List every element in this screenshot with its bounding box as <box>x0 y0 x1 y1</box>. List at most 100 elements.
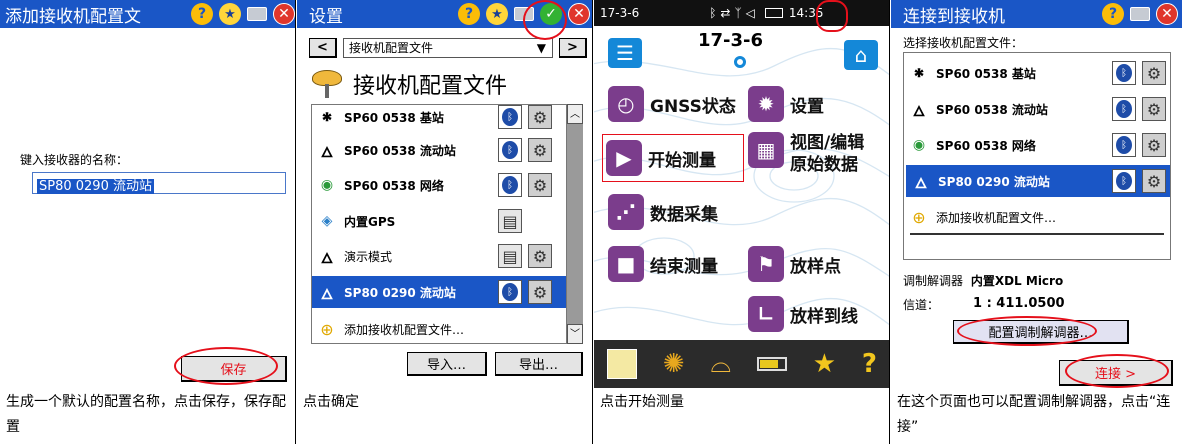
close-icon[interactable]: ✕ <box>273 3 295 25</box>
bluetooth-icon[interactable]: ᛒ <box>498 138 522 162</box>
bottom-toolbar: ✺ ⌓ ★ ? <box>594 340 889 388</box>
gear-icon[interactable]: ⚙ <box>1142 97 1166 121</box>
receiver-name-input[interactable]: SP80 0290 流动站 <box>32 172 286 194</box>
tile-end-survey[interactable]: ■ 结束测量 <box>608 246 718 282</box>
gear-icon[interactable]: ⚙ <box>528 105 552 129</box>
item-label: SP60 0538 网络 <box>936 138 1036 153</box>
item-label: SP80 0290 流动站 <box>938 174 1050 189</box>
gear-icon[interactable]: ⚙ <box>528 138 552 162</box>
gear-icon[interactable]: ⚙ <box>528 244 552 268</box>
highlight-ring <box>1065 354 1169 388</box>
chevron-down-icon: ▼ <box>536 41 546 55</box>
add-profile-item[interactable]: ⊕ 添加接收机配置文件… <box>312 315 566 343</box>
network-icon: ◉ <box>912 137 926 153</box>
help-icon[interactable]: ? <box>862 349 877 379</box>
data-collection-icon: ⋰ <box>608 194 644 230</box>
tile-label: 视图/编辑 原始数据 <box>790 133 865 175</box>
item-label: SP60 0538 网络 <box>344 178 444 193</box>
satellite-icon[interactable]: ✺ <box>663 349 685 379</box>
star-icon[interactable]: ★ <box>486 3 508 25</box>
item-label: SP80 0290 流动站 <box>344 285 456 300</box>
select-profile-label: 选择接收机配置文件： <box>903 36 1024 50</box>
gear-icon[interactable]: ⚙ <box>528 173 552 197</box>
page-indicator <box>734 56 746 68</box>
panel-connect: 连接到接收机 ? ✕ 选择接收机配置文件： 🞷 SP60 0538 基站 ᛒ ⚙ … <box>891 0 1182 444</box>
close-icon[interactable]: ✕ <box>568 3 590 25</box>
item-label: SP60 0538 流动站 <box>344 143 456 158</box>
base-icon: 🞷 <box>322 109 332 126</box>
next-button[interactable]: > <box>559 38 587 58</box>
highlight-box <box>602 134 744 182</box>
profile-list: 🞷 SP60 0538 基站 ᛒ ⚙ 🜂 SP60 0538 流动站 ᛒ ⚙ ◉ SP… <box>311 104 567 344</box>
screen-connect: 连接到接收机 ? ✕ 选择接收机配置文件： 🞷 SP60 0538 基站 ᛒ ⚙ … <box>891 0 1182 388</box>
tile-gnss-status[interactable]: ◴ GNSS状态 <box>608 86 736 122</box>
panel-settings: 设置 ? ★ ✓ ✕ < 接收机配置文件 ▼ > 接收机配置文件 🞷 SP60 0… <box>297 0 593 444</box>
export-button[interactable]: 导出… <box>495 352 583 376</box>
tile-view-edit[interactable]: ▦ 视图/编辑 原始数据 <box>748 132 864 176</box>
end-survey-icon: ■ <box>608 246 644 282</box>
keyboard-icon[interactable] <box>1130 7 1150 21</box>
contour-background <box>594 47 889 326</box>
keyboard-icon[interactable]: ▤ <box>498 244 522 268</box>
scroll-down-icon[interactable]: ﹀ <box>567 324 583 344</box>
add-profile-item[interactable]: ⊕ 添加接收机配置文件… <box>904 203 1170 231</box>
list-item[interactable]: ◈ 内置GPS <box>312 207 566 235</box>
tile-label: 放样到线 <box>790 306 858 327</box>
modem-row: 调制解调器 内置XDL Micro <box>903 272 1063 289</box>
scrollbar[interactable]: ︿ ﹀ <box>567 104 583 344</box>
tile-label: GNSS状态 <box>650 96 736 117</box>
receiver-icon[interactable]: ⌓ <box>710 349 731 380</box>
gear-icon[interactable]: ⚙ <box>1142 61 1166 85</box>
tile-stakeout-line[interactable]: ∟ 放样到线 <box>748 296 858 332</box>
bluetooth-icon[interactable]: ᛒ <box>1112 97 1136 121</box>
import-button[interactable]: 导入… <box>407 352 487 376</box>
help-icon[interactable]: ? <box>458 3 480 25</box>
item-label: SP60 0538 基站 <box>344 110 444 125</box>
list-item-selected[interactable]: 🜂 SP80 0290 流动站 <box>906 165 1106 197</box>
tile-settings[interactable]: ✹ 设置 <box>748 86 824 122</box>
battery-icon[interactable] <box>756 357 787 371</box>
config-dropdown[interactable]: 接收机配置文件 ▼ <box>343 38 553 58</box>
scroll-up-icon[interactable]: ︿ <box>567 104 583 124</box>
section-title: 接收机配置文件 <box>353 74 508 99</box>
tile-label: 结束测量 <box>650 256 718 277</box>
tile-stakeout-point[interactable]: ⚑ 放样点 <box>748 246 841 282</box>
home-icon[interactable]: ⌂ <box>844 40 878 70</box>
rover-icon: 🜂 <box>914 175 928 192</box>
network-icon: ◉ <box>320 177 334 193</box>
screen-add-receiver: 添加接收机配置文 ? ★ ✕ 键入接收器的名称： SP80 0290 流动站 保… <box>0 0 295 388</box>
add-icon: ⊕ <box>912 207 926 227</box>
star-icon[interactable]: ★ <box>813 349 836 379</box>
gear-icon[interactable]: ⚙ <box>1142 169 1166 193</box>
bluetooth-icon[interactable]: ᛒ <box>498 173 522 197</box>
tile-data-collection[interactable]: ⋰ 数据采集 <box>608 194 718 230</box>
center-date: 17-3-6 <box>698 30 764 51</box>
base-icon: 🞷 <box>914 65 924 82</box>
gear-icon[interactable]: ⚙ <box>1142 133 1166 157</box>
gear-icon[interactable]: ⚙ <box>528 280 552 304</box>
help-icon[interactable]: ? <box>1102 3 1124 25</box>
bluetooth-icon[interactable]: ᛒ <box>498 105 522 129</box>
map-icon[interactable] <box>606 349 637 379</box>
bluetooth-icon[interactable]: ᛒ <box>1112 169 1136 193</box>
divider <box>910 233 1164 235</box>
bluetooth-icon[interactable]: ᛒ <box>498 280 522 304</box>
help-icon[interactable]: ? <box>191 3 213 25</box>
receiver-name-value: SP80 0290 流动站 <box>37 179 154 194</box>
keyboard-icon[interactable] <box>247 7 267 21</box>
close-icon[interactable]: ✕ <box>1156 3 1178 25</box>
star-icon[interactable]: ★ <box>219 3 241 25</box>
item-label: 演示模式 <box>344 249 393 264</box>
status-icons: ᛒ⇄ᛉ◁ <box>709 6 759 20</box>
highlight-ring <box>174 347 278 385</box>
bluetooth-icon[interactable]: ᛒ <box>1112 133 1136 157</box>
bluetooth-icon[interactable]: ᛒ <box>1112 61 1136 85</box>
keyboard-icon[interactable]: ▤ <box>498 209 522 233</box>
add-label: 添加接收机配置文件… <box>344 322 465 337</box>
receiver-icon <box>311 70 343 98</box>
prev-button[interactable]: < <box>309 38 337 58</box>
screen-settings: 设置 ? ★ ✓ ✕ < 接收机配置文件 ▼ > 接收机配置文件 🞷 SP60 0… <box>297 0 592 388</box>
channel-value: 1 : 411.0500 <box>973 296 1065 311</box>
menu-icon[interactable]: ☰ <box>608 38 642 68</box>
profile-list: 🞷 SP60 0538 基站 ᛒ ⚙ 🜂 SP60 0538 流动站 ᛒ ⚙ ◉ SP… <box>903 52 1171 260</box>
